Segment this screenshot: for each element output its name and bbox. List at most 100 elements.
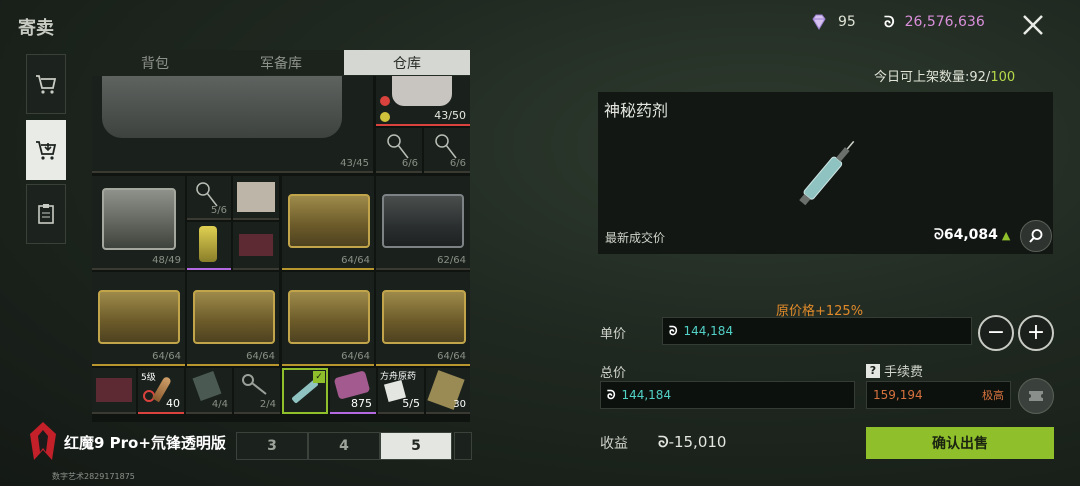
page-title: 寄卖 xyxy=(18,18,54,39)
inventory-slot[interactable]: 2/4 xyxy=(234,368,280,414)
sidebar-records-button[interactable] xyxy=(26,184,66,244)
total-price-field: ᘐ 144,184 xyxy=(600,381,855,409)
profit-label: 收益 xyxy=(600,436,628,452)
canister-image xyxy=(199,226,217,262)
coin-icon: ᘐ xyxy=(669,323,678,338)
tab-warehouse[interactable]: 仓库 xyxy=(344,50,470,75)
inventory-slot[interactable]: 43/45 xyxy=(92,76,373,173)
ticket-icon xyxy=(1029,391,1043,401)
slot-count: 64/64 xyxy=(152,351,181,362)
inventory-slot[interactable]: 4/4 xyxy=(186,368,232,414)
close-icon xyxy=(1023,15,1043,35)
inventory-slot[interactable]: 6/6 xyxy=(424,128,470,173)
slot-count: 64/64 xyxy=(341,255,370,266)
unit-price-value: 144,184 xyxy=(683,324,734,338)
slot-count: 64/64 xyxy=(341,351,370,362)
inventory-slot[interactable]: 43/50 xyxy=(376,76,470,126)
diamond-currency: 95 xyxy=(810,13,856,31)
fee-label-group: ? 手续费 xyxy=(866,361,923,380)
inventory-slot[interactable] xyxy=(187,222,231,270)
item-name: 神秘药剂 xyxy=(604,101,669,120)
inventory-slot[interactable]: 64/64 xyxy=(282,176,374,270)
page-4-button[interactable]: 4 xyxy=(308,432,380,460)
plus-icon: + xyxy=(1026,320,1046,345)
unit-price-input[interactable]: ᘐ 144,184 xyxy=(662,317,972,345)
watermark-brand: 红魔9 Pro+氘锋透明版 xyxy=(64,433,226,452)
crate-image xyxy=(382,194,464,248)
document-image xyxy=(239,234,273,256)
help-icon[interactable]: ? xyxy=(866,363,880,378)
fee-value: 159,194 xyxy=(873,388,923,402)
profit: ᘐ-15,010 xyxy=(658,433,726,451)
diamond-count: 95 xyxy=(838,14,856,30)
quota-text: 今日可上架数量:92/ xyxy=(874,70,991,85)
profit-value: -15,010 xyxy=(668,433,727,451)
fee-ticket-button[interactable] xyxy=(1018,378,1054,414)
page-5-button[interactable]: 5 xyxy=(380,432,452,460)
slot-count: 5/6 xyxy=(210,205,227,216)
price-history-button[interactable] xyxy=(1020,220,1052,252)
crate-image xyxy=(288,194,370,248)
last-price: ᘐ64,084 ▲ xyxy=(934,227,1010,243)
inventory-slot[interactable] xyxy=(233,176,279,220)
inventory-tabs: 背包 军备库 仓库 xyxy=(92,50,470,75)
inventory-slot[interactable] xyxy=(92,368,136,414)
inventory-slot[interactable] xyxy=(233,222,279,270)
inventory-slot-selected[interactable]: ✓ xyxy=(282,368,328,414)
slot-count: 4/4 xyxy=(211,399,228,410)
inventory-slot[interactable]: 64/64 xyxy=(92,272,185,366)
search-icon xyxy=(1029,229,1043,243)
inventory-slot[interactable]: 48/49 xyxy=(92,176,185,270)
slot-count: 5/5 xyxy=(402,397,420,410)
listing-quota: 今日可上架数量:92/100 xyxy=(874,66,1015,85)
fee-label: 手续费 xyxy=(884,365,924,380)
inventory-slot[interactable]: 62/64 xyxy=(376,176,470,270)
inventory-slot[interactable]: 6/6 xyxy=(376,128,422,173)
page-next-button[interactable] xyxy=(454,432,472,460)
inventory-slot[interactable]: 64/64 xyxy=(376,272,470,366)
trend-up-icon: ▲ xyxy=(1001,229,1011,242)
coin-icon: ᘐ xyxy=(934,227,944,243)
diamond-icon xyxy=(812,14,826,30)
sidebar-sell-button[interactable] xyxy=(26,120,66,180)
slot-count: 875 xyxy=(351,397,372,410)
decrease-price-button[interactable]: − xyxy=(978,315,1014,351)
device-watermark: 红魔9 Pro+氘锋透明版 xyxy=(28,420,226,464)
inventory-slot[interactable]: 875 xyxy=(330,368,376,414)
coin-balance: 26,576,636 xyxy=(904,14,985,30)
slot-count: 40 xyxy=(166,397,180,410)
inventory-slot[interactable]: 5级 40 xyxy=(138,368,184,414)
slot-count: 6/6 xyxy=(449,158,466,169)
fee-field: 159,194 极高 xyxy=(866,381,1011,409)
slot-count: 6/6 xyxy=(401,158,418,169)
inventory-slot[interactable]: 方舟原药 5/5 xyxy=(378,368,424,414)
slot-count: 62/64 xyxy=(437,255,466,266)
check-icon: ✓ xyxy=(313,371,325,383)
last-price-value: 64,084 xyxy=(943,227,998,243)
inventory-slot[interactable]: 64/64 xyxy=(187,272,279,366)
confirm-sell-button[interactable]: 确认出售 xyxy=(866,427,1054,459)
coin-icon: ᘐ xyxy=(884,13,895,31)
item-image xyxy=(102,76,342,138)
crate-image xyxy=(288,290,370,344)
increase-price-button[interactable]: + xyxy=(1018,315,1054,351)
sidebar-buy-button[interactable] xyxy=(26,54,66,114)
minus-icon: − xyxy=(986,320,1006,345)
coin-icon: ᘐ xyxy=(658,433,669,451)
syringe-image xyxy=(799,140,855,206)
crate-image xyxy=(102,188,176,250)
inventory-slot[interactable]: 5/6 xyxy=(187,176,231,220)
page-3-button[interactable]: 3 xyxy=(236,432,308,460)
ear-icon xyxy=(380,112,390,122)
close-button[interactable] xyxy=(1014,6,1052,44)
total-price-value: 144,184 xyxy=(621,388,672,402)
brand-logo-icon xyxy=(30,422,56,460)
photo-image xyxy=(237,182,275,212)
crate-image xyxy=(193,290,275,344)
inventory-slot[interactable]: 64/64 xyxy=(282,272,374,366)
key-icon xyxy=(242,374,267,395)
tab-backpack[interactable]: 背包 xyxy=(92,50,218,75)
inventory-slot[interactable]: 30 xyxy=(426,368,470,414)
tab-armory[interactable]: 军备库 xyxy=(218,50,344,75)
pouch-image xyxy=(192,370,222,402)
